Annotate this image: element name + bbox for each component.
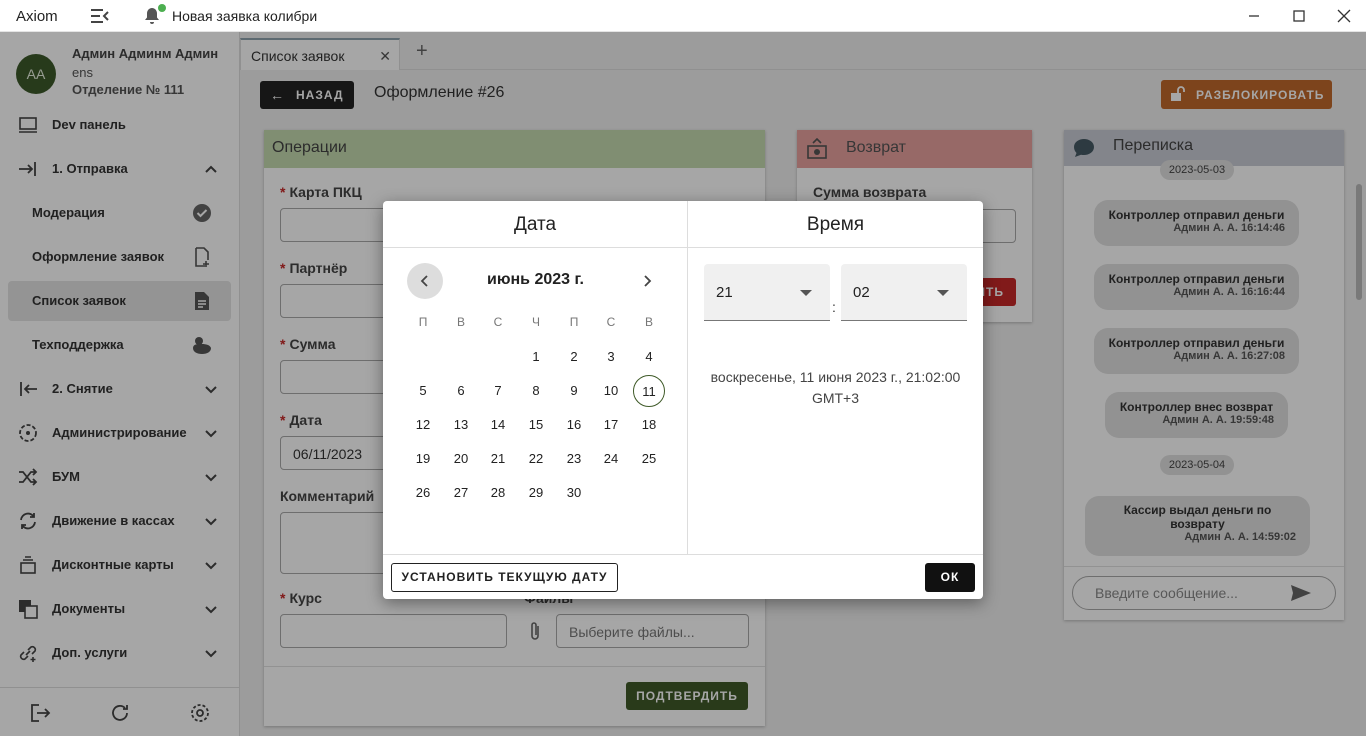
calendar-day[interactable]: 16 (558, 409, 590, 441)
weekday-label: С (606, 315, 616, 329)
calendar-day[interactable]: 6 (445, 375, 477, 407)
maximize-icon[interactable] (1289, 6, 1309, 26)
prev-month-button[interactable] (407, 263, 443, 299)
datetime-dialog: Дата июнь 2023 г. ПВСЧПСВ 1 2 3 4 5 6 7 8 9 10 11 1… (383, 201, 983, 599)
weekday-label: С (493, 315, 503, 329)
chevron-right-icon (644, 275, 652, 287)
calendar-day[interactable]: 15 (520, 409, 552, 441)
title-bar: Axiom Новая заявка колибри (0, 0, 1366, 32)
calendar-day[interactable]: 23 (558, 443, 590, 475)
calendar-day[interactable]: 17 (595, 409, 627, 441)
menu-collapse-icon[interactable] (90, 8, 110, 24)
calendar-day[interactable]: 11 (633, 375, 665, 407)
next-month-button[interactable] (629, 263, 665, 299)
weekday-label: В (644, 315, 653, 329)
calendar-day[interactable]: 13 (445, 409, 477, 441)
dialog-footer: УСТАНОВИТЬ ТЕКУЩУЮ ДАТУ ОК (383, 554, 983, 599)
calendar-day[interactable]: 20 (445, 443, 477, 475)
calendar-day[interactable]: 10 (595, 375, 627, 407)
chevron-left-icon (420, 275, 428, 287)
hour-select[interactable]: 21 (704, 264, 830, 321)
calendar-day[interactable]: 30 (558, 477, 590, 509)
set-current-date-button[interactable]: УСТАНОВИТЬ ТЕКУЩУЮ ДАТУ (391, 563, 618, 592)
calendar-day[interactable]: 7 (482, 375, 514, 407)
minimize-icon[interactable] (1244, 6, 1264, 26)
calendar-day[interactable]: 4 (633, 341, 665, 373)
calendar-day[interactable]: 29 (520, 477, 552, 509)
minute-select[interactable]: 02 (841, 264, 967, 321)
calendar-day[interactable]: 2 (558, 341, 590, 373)
calendar-day[interactable]: 12 (407, 409, 439, 441)
calendar-day[interactable]: 25 (633, 443, 665, 475)
weekday-label: П (569, 315, 579, 329)
calendar-day[interactable]: 1 (520, 341, 552, 373)
calendar-day[interactable]: 22 (520, 443, 552, 475)
calendar-day[interactable]: 5 (407, 375, 439, 407)
caret-down-icon (800, 290, 812, 296)
notification-text[interactable]: Новая заявка колибри (172, 8, 317, 24)
notification-dot (158, 4, 166, 12)
date-panel: Дата июнь 2023 г. ПВСЧПСВ 1 2 3 4 5 6 7 8 9 10 11 1… (383, 201, 688, 554)
time-separator: : (832, 299, 836, 315)
calendar-day[interactable]: 24 (595, 443, 627, 475)
weekday-label: В (456, 315, 465, 329)
calendar-day[interactable]: 14 (482, 409, 514, 441)
month-title: июнь 2023 г. (487, 271, 584, 288)
datetime-summary: воскресенье, 11 июня 2023 г., 21:02:00 G… (710, 369, 961, 406)
time-panel: Время 21 : 02 воскресенье, 11 июня 2023 … (688, 201, 983, 554)
caret-down-icon (937, 290, 949, 296)
time-title: Время (688, 201, 983, 248)
weekday-label: П (418, 315, 428, 329)
close-window-icon[interactable] (1334, 6, 1354, 26)
calendar-day[interactable]: 18 (633, 409, 665, 441)
calendar-day[interactable]: 3 (595, 341, 627, 373)
calendar-day[interactable]: 26 (407, 477, 439, 509)
calendar-day[interactable]: 21 (482, 443, 514, 475)
calendar-day[interactable]: 19 (407, 443, 439, 475)
weekday-label: Ч (532, 315, 540, 329)
date-title: Дата (383, 201, 687, 248)
calendar-day[interactable]: 9 (558, 375, 590, 407)
ok-button[interactable]: ОК (925, 563, 975, 592)
app-name: Axiom (16, 8, 58, 25)
calendar-day[interactable]: 27 (445, 477, 477, 509)
calendar-day[interactable]: 28 (482, 477, 514, 509)
calendar-day[interactable]: 8 (520, 375, 552, 407)
